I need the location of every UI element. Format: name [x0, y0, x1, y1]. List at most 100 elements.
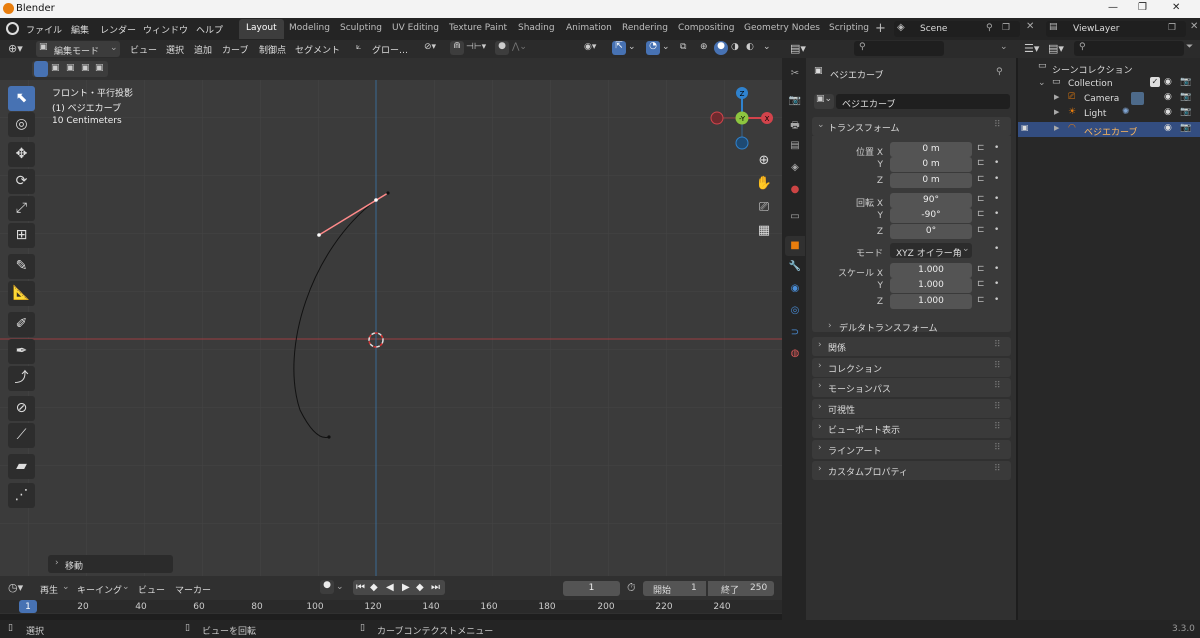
chevron-right-icon[interactable]: ▶: [1054, 108, 1059, 116]
panel-collections[interactable]: › コレクション ⠿: [812, 357, 1011, 377]
gizmo-neg-z-axis[interactable]: [735, 136, 749, 150]
new-viewlayer-icon[interactable]: ❐: [1168, 23, 1176, 33]
pen-tool-icon[interactable]: ✒: [8, 339, 35, 364]
world-tab-icon[interactable]: ●: [788, 184, 802, 198]
tab-compositing[interactable]: Compositing: [671, 19, 741, 39]
panel-motion-paths[interactable]: › モーションパス ⠿: [812, 378, 1011, 398]
perspective-grid-icon[interactable]: ▦: [754, 221, 774, 241]
render-camera-icon[interactable]: 📷: [1180, 107, 1191, 117]
drag-handle-icon[interactable]: ⠿: [994, 340, 1001, 350]
menu-file[interactable]: ファイル: [26, 23, 62, 36]
chevron-down-icon[interactable]: ⌄: [1000, 42, 1008, 52]
keyframe-dot-icon[interactable]: •: [994, 143, 999, 153]
play-reverse-icon[interactable]: ◀: [386, 580, 394, 595]
vp-menu-segment[interactable]: セグメント: [295, 43, 340, 56]
location-y-field[interactable]: 0 m: [890, 157, 972, 172]
keyframe-dot-icon[interactable]: •: [994, 264, 999, 274]
maximize-icon[interactable]: ❐: [1138, 2, 1147, 13]
outliner-bezier-curve[interactable]: ▣ ▶ ◠ ベジエカーブ ◉ 📷: [1018, 122, 1200, 138]
tab-shading[interactable]: Shading: [511, 19, 562, 39]
jump-end-icon[interactable]: ⏭: [431, 580, 440, 595]
tab-sculpting[interactable]: Sculpting: [333, 19, 389, 39]
pan-hand-icon[interactable]: ✋: [754, 174, 774, 194]
properties-editor-icon[interactable]: ▤▾: [790, 42, 806, 55]
extrude-curve-tool-icon[interactable]: ⤴: [8, 366, 35, 391]
object-browse-icon[interactable]: ▣⌄: [814, 94, 834, 109]
visibility-icon[interactable]: ◉▾: [584, 42, 596, 52]
add-workspace-icon[interactable]: +: [875, 21, 886, 36]
select-new-icon[interactable]: [34, 61, 48, 77]
rotation-mode-select[interactable]: XYZ オイラー角 ⌄: [890, 243, 972, 259]
lock-icon[interactable]: ⊏: [977, 295, 985, 305]
vp-menu-add[interactable]: 追加: [194, 43, 212, 56]
lock-icon[interactable]: ⊏: [977, 174, 985, 184]
select-subtract-icon[interactable]: ▣: [66, 63, 75, 73]
scale-x-field[interactable]: 1.000: [890, 263, 972, 278]
tab-scripting[interactable]: Scripting: [822, 19, 876, 39]
start-frame-field[interactable]: 開始 1: [643, 581, 706, 596]
transform-orientation[interactable]: グロー…: [372, 43, 408, 56]
control-point-selected[interactable]: [374, 198, 378, 202]
object-tab-icon[interactable]: ■: [785, 236, 805, 256]
tab-rendering[interactable]: Rendering: [615, 19, 675, 39]
draw-curve-tool-icon[interactable]: ✐: [8, 312, 35, 337]
select-extend-icon[interactable]: ▣: [51, 63, 60, 73]
keyframe-dot-icon[interactable]: •: [994, 194, 999, 204]
keying-menu-icon[interactable]: ⌄: [336, 582, 344, 592]
vp-menu-control-point[interactable]: 制御点: [259, 43, 286, 56]
keyframe-dot-icon[interactable]: •: [994, 158, 999, 168]
drag-handle-icon[interactable]: ⠿: [994, 361, 1001, 371]
close-icon[interactable]: ✕: [1172, 2, 1180, 13]
randomize-tool-icon[interactable]: ⋰: [8, 483, 35, 508]
collection-checkbox[interactable]: ✓: [1150, 77, 1160, 87]
handle-point-right[interactable]: [386, 191, 390, 195]
scale-tool-icon[interactable]: ⤢: [8, 196, 35, 221]
timeline-menu-marker[interactable]: マーカー: [175, 583, 211, 596]
chevron-down-icon[interactable]: ⌄: [1038, 78, 1046, 88]
eye-icon[interactable]: ◉: [1164, 107, 1172, 117]
outliner-collection[interactable]: ⌄ ▭ Collection ✓ ◉ 📷: [1018, 76, 1200, 91]
outliner-scene-collection[interactable]: ▭ シーンコレクション: [1018, 60, 1200, 76]
jump-keyframe-forward-icon[interactable]: ◆: [416, 580, 424, 595]
shading-menu-icon[interactable]: ⌄: [763, 42, 771, 52]
3d-viewport[interactable]: Z -Y X フロント・平行投影 (1) ベジエカーブ 10 Centimete…: [0, 80, 782, 576]
jump-start-icon[interactable]: ⏮: [356, 580, 365, 595]
tab-geometry-nodes[interactable]: Geometry Nodes: [737, 19, 827, 39]
tab-animation[interactable]: Animation: [559, 19, 619, 39]
render-camera-icon[interactable]: 📷: [1180, 123, 1191, 133]
snap-icon[interactable]: ⋒: [450, 41, 464, 55]
scene-selector[interactable]: ◈ Scene ⚲ ❐: [894, 21, 1020, 37]
modifier-tab-icon[interactable]: 🔧: [788, 261, 802, 275]
remove-scene-icon[interactable]: ✕: [1026, 21, 1034, 32]
menu-render[interactable]: レンダー: [100, 23, 136, 36]
panel-line-art[interactable]: › ラインアート ⠿: [812, 440, 1011, 459]
eye-icon[interactable]: ◉: [1164, 92, 1172, 102]
lock-icon[interactable]: ⊏: [977, 158, 985, 168]
collection-tab-icon[interactable]: ▭: [788, 211, 802, 225]
wireframe-shading-icon[interactable]: ⊕: [700, 42, 708, 52]
radius-tool-icon[interactable]: ⊘: [8, 396, 35, 421]
keyframe-dot-icon[interactable]: •: [994, 225, 999, 235]
gizmo-menu-icon[interactable]: ⌄: [628, 42, 636, 52]
control-point-end[interactable]: [327, 435, 331, 439]
physics-tab-icon[interactable]: ◎: [788, 305, 802, 319]
overlay-menu-icon[interactable]: ⌄: [662, 42, 670, 52]
drag-handle-icon[interactable]: ⠿: [994, 422, 1001, 432]
output-tab-icon[interactable]: 🖶: [788, 118, 802, 132]
object-name-field[interactable]: ベジエカーブ: [836, 94, 1010, 110]
rendered-shading-icon[interactable]: ◐: [746, 42, 754, 52]
constraints-tab-icon[interactable]: ⊃: [788, 327, 802, 341]
outliner-editor-icon[interactable]: ☰▾: [1024, 42, 1039, 55]
render-camera-icon[interactable]: 📷: [1180, 77, 1191, 87]
measure-tool-icon[interactable]: 📐: [8, 281, 35, 306]
gizmo-neg-x-axis[interactable]: [710, 111, 724, 125]
menu-edit[interactable]: 編集: [71, 23, 89, 36]
remove-viewlayer-icon[interactable]: ✕: [1190, 21, 1198, 32]
lock-icon[interactable]: ⊏: [977, 194, 985, 204]
material-tab-icon[interactable]: ◍: [788, 348, 802, 362]
select-invert-icon[interactable]: ▣: [81, 63, 90, 73]
editor-type-icon[interactable]: ⊕▾: [8, 42, 23, 55]
outliner-camera[interactable]: ▶ ⎚ Camera ◉ 📷: [1018, 91, 1200, 106]
outliner-light[interactable]: ▶ ☀ Light ✺ ◉ 📷: [1018, 106, 1200, 121]
camera-view-icon[interactable]: ⎚: [754, 198, 774, 218]
